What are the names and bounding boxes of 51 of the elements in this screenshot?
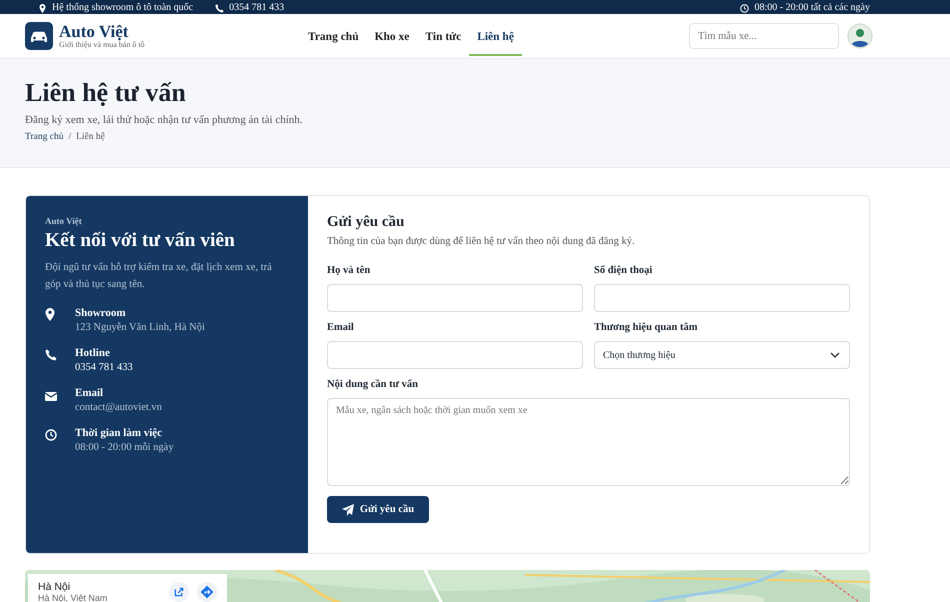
brand-select[interactable]: Chọn thương hiệu [594, 341, 850, 369]
page-title: Liên hệ tư vấn [25, 78, 187, 108]
input-field[interactable] [594, 284, 850, 312]
avatar-icon[interactable] [847, 23, 873, 49]
panel-text: Đội ngũ tư vấn hỗ trợ kiểm tra xe, đặt lịch xem xe, trả góp và thủ tục sang tên. [45, 261, 273, 292]
contact-label: Email [75, 387, 104, 399]
field-label: Số điện thoại [594, 265, 654, 276]
contact-value: contact@autoviet.vn [75, 402, 162, 413]
contact-label: Showroom [75, 307, 127, 319]
panel-title: Kết nối với tư vấn viên [45, 230, 236, 252]
field-label: Thương hiệu quan tâm [594, 322, 698, 333]
nav-link[interactable]: Kho xe [366, 16, 418, 56]
contact-value: 123 Nguyễn Văn Linh, Hà Nội [75, 322, 205, 333]
location-icon [45, 308, 55, 321]
search-field[interactable]: Tìm mẫu xe... [689, 23, 839, 49]
panel-eyebrow: Auto Việt [45, 216, 83, 226]
contact-value: 0354 781 433 [75, 362, 133, 373]
chevron-down-icon [830, 352, 840, 358]
message-field[interactable]: Mẫu xe, ngân sách hoặc thời gian muốn xem xe [327, 398, 850, 486]
field-label: Họ và tên [327, 265, 372, 276]
input-field[interactable] [327, 284, 583, 312]
opening-hours: 08:00 - 20:00 tất cả các ngày [754, 2, 870, 14]
contact-label: Thời gian làm việc [75, 427, 164, 439]
car-logo-icon[interactable] [25, 22, 53, 50]
input-field[interactable] [327, 341, 583, 369]
place-address: Hà Nội, Việt Nam [38, 593, 108, 602]
form-title: Gửi yêu cầu [327, 214, 406, 231]
contact-value: 08:00 - 20:00 mỗi ngày [75, 442, 174, 453]
breadcrumb-separator: / [68, 132, 72, 142]
breadcrumb-current: Liên hệ [76, 132, 105, 142]
submit-button[interactable]: Gửi yêu cầu [327, 496, 429, 523]
breadcrumb-link[interactable]: Trang chủ [25, 132, 64, 142]
directions-icon[interactable] [197, 582, 217, 602]
open-external-icon[interactable] [169, 582, 189, 602]
contact-label: Hotline [75, 347, 111, 359]
page-subtitle: Đăng ký xem xe, lái thử hoặc nhận tư vấn phương án tài chính. [25, 114, 304, 126]
nav-link[interactable]: Trang chủ [300, 16, 367, 56]
nav-link[interactable]: Liên hệ [469, 16, 522, 56]
brand-name[interactable]: Auto Việt [59, 23, 145, 40]
phone-icon [45, 349, 57, 361]
send-icon [342, 504, 354, 516]
nav-link[interactable]: Tin tức [417, 16, 470, 56]
place-name: Hà Nội [38, 581, 72, 593]
field-label: Email [327, 322, 355, 333]
mail-icon [45, 392, 57, 401]
top-bar-text: 0354 781 433 [229, 2, 284, 14]
brand-tagline: Giới thiệu và mua bán ô tô [59, 40, 145, 49]
clock-icon [45, 429, 57, 441]
field-label: Nội dung cần tư vấn [327, 379, 419, 390]
form-subtitle: Thông tin của bạn được dùng để liên hệ tư vấn theo nội dung đã đăng ký. [327, 236, 636, 247]
top-bar-text: Hệ thống showroom ô tô toàn quốc [52, 2, 194, 14]
